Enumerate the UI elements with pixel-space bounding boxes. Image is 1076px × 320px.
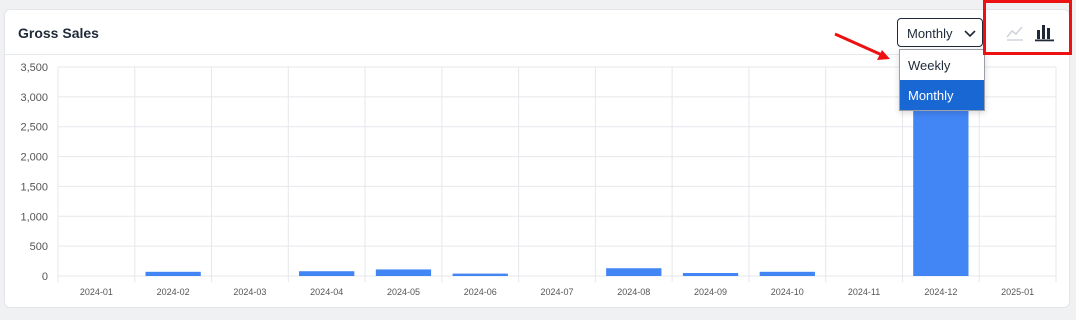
bar-2024-09 bbox=[682, 273, 739, 276]
x-tick-label: 2024-09 bbox=[694, 287, 727, 297]
x-tick-label: 2024-05 bbox=[387, 287, 420, 297]
bar-2024-05 bbox=[375, 269, 432, 276]
bar-2024-10 bbox=[759, 271, 815, 276]
x-tick-label: 2024-12 bbox=[924, 287, 957, 297]
gross-sales-card: Gross Sales 0 500 1,000 1,500 2,000 2,500 3,00… bbox=[4, 9, 1070, 308]
period-select[interactable]: Monthly bbox=[897, 18, 983, 47]
period-dropdown: Weekly Monthly bbox=[899, 49, 985, 111]
y-tick-label: 2,000 bbox=[20, 152, 48, 164]
bar-2024-08 bbox=[606, 268, 662, 276]
y-tick-label: 3,000 bbox=[20, 92, 48, 104]
y-tick-label: 3,500 bbox=[20, 62, 48, 74]
x-tick-label: 2024-04 bbox=[310, 287, 343, 297]
bar-2024-12 bbox=[913, 102, 969, 276]
chevron-down-icon bbox=[964, 30, 976, 38]
x-tick-label: 2024-10 bbox=[771, 287, 804, 297]
x-tick-label: 2024-01 bbox=[80, 287, 113, 297]
period-option-monthly[interactable]: Monthly bbox=[900, 80, 984, 110]
x-tick-label: 2024-11 bbox=[848, 287, 880, 297]
y-tick-label: 500 bbox=[30, 241, 48, 253]
x-tick-label: 2024-03 bbox=[233, 287, 266, 297]
y-tick-label: 1,000 bbox=[20, 211, 48, 223]
toggle-highlight-annotation bbox=[983, 0, 1072, 55]
y-tick-label: 2,500 bbox=[20, 122, 48, 134]
period-select-value: Monthly bbox=[907, 26, 953, 41]
x-tick-label: 2024-06 bbox=[464, 287, 497, 297]
bar-2024-06 bbox=[452, 273, 508, 276]
x-tick-label: 2024-08 bbox=[617, 287, 650, 297]
y-tick-label: 0 bbox=[42, 271, 48, 283]
bar-2024-04 bbox=[299, 271, 355, 276]
x-tick-label: 2024-07 bbox=[540, 287, 573, 297]
bar-2024-02 bbox=[145, 271, 201, 276]
x-tick-label: 2024-02 bbox=[157, 287, 190, 297]
y-tick-label: 1,500 bbox=[20, 181, 48, 193]
annotation-arrow-icon bbox=[834, 32, 890, 60]
period-option-weekly[interactable]: Weekly bbox=[900, 50, 984, 80]
x-tick-label: 2025-01 bbox=[1001, 287, 1034, 297]
